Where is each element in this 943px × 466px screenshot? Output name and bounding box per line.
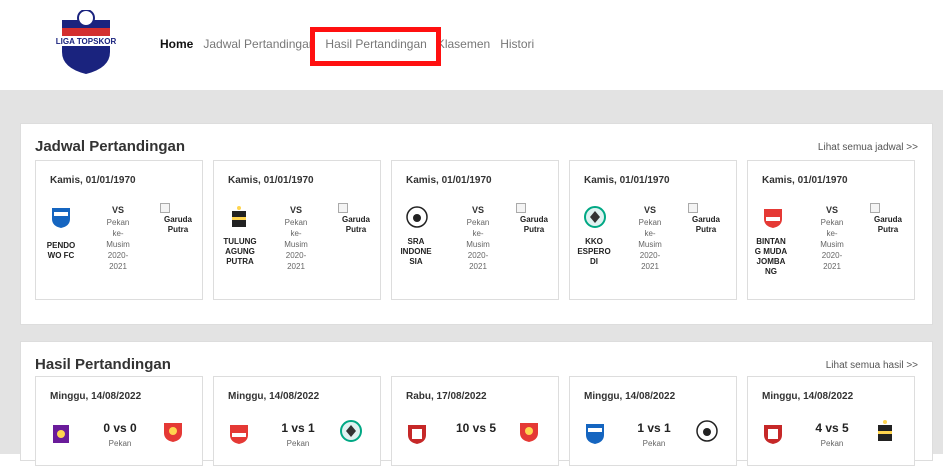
away-team-name: Garuda Putra [163,215,192,234]
nav-klasemen[interactable]: Klasemen [437,37,490,51]
pekan-label: Pekan [108,439,132,448]
home-team-name: KKO ESPERO DI [577,237,611,266]
vs-label: VS [825,205,838,215]
vs-label: VS [111,205,124,215]
match-date: Kamis, 01/01/1970 [406,175,492,186]
match-date: Kamis, 01/01/1970 [762,175,848,186]
pekan-label: Pekan [642,439,666,448]
nav-jadwal[interactable]: Jadwal Pertandingan [203,37,315,51]
match-date: Minggu, 14/08/2022 [762,391,854,402]
nav-histori[interactable]: Histori [500,37,534,51]
home-team-logo-icon [408,425,426,444]
vs-label: VS [289,205,302,215]
hasil-card[interactable]: Minggu, 14/08/2022 1 vs 1 Pekan [213,376,381,466]
match-score: 1 vs 1 [637,421,671,435]
match-info: Pekan ke- Musim 2020-2021 [638,218,662,271]
jadwal-see-all-link[interactable]: Lihat semua jadwal >> [818,142,918,153]
hasil-title: Hasil Pertandingan [35,356,171,373]
broken-image-icon [688,203,698,213]
jadwal-section: Jadwal Pertandingan Lihat semua jadwal >… [20,123,933,325]
persipen-logo-icon [52,208,70,228]
away-team-name: Garuda Putra [519,215,548,234]
match-date: Kamis, 01/01/1970 [584,175,670,186]
broken-image-icon [160,203,170,213]
away-team-logo-icon [878,420,892,441]
bintang-muda-logo-icon [764,209,782,228]
pekan-label: Pekan [820,439,844,448]
liga-topskor-logo[interactable]: LIGA TOPSKOR [56,9,116,76]
broken-image-icon [870,203,880,213]
match-info: Pekan ke- Musim 2020-2021 [820,218,844,271]
match-date: Kamis, 01/01/1970 [228,175,314,186]
hasil-section: Hasil Pertandingan Lihat semua hasil >> … [20,341,933,466]
header: LIGA TOPSKOR Home Jadwal Pertandingan Ha… [0,0,943,90]
home-team-logo-icon [230,425,248,444]
match-score: 0 vs 0 [103,421,137,435]
hasil-card[interactable]: Minggu, 14/08/2022 0 vs 0 Pekan [35,376,203,466]
match-date: Kamis, 01/01/1970 [50,175,136,186]
away-team-logo-icon [164,423,182,442]
away-team-name: Garuda Putra [691,215,720,234]
match-date: Minggu, 14/08/2022 [584,391,676,402]
home-team-name: PENDO WO FC [46,241,76,260]
match-info: Pekan ke- Musim 2020-2021 [284,218,308,271]
jadwal-card[interactable]: Kamis, 01/01/1970 SRA INDONE SIA VS Peka… [391,160,559,300]
match-date: Minggu, 14/08/2022 [50,391,142,402]
home-team-name: TULUNG AGUNG PUTRA [223,237,257,266]
jadwal-card[interactable]: Kamis, 01/01/1970 PENDO WO FC VS Pekan ke… [35,160,203,300]
kko-logo-icon [584,206,606,228]
match-info: Pekan ke- Musim 2020-2021 [106,218,130,271]
jadwal-card[interactable]: Kamis, 01/01/1970 BINTAN G MUDA JOMBA NG… [747,160,915,300]
broken-image-icon [516,203,526,213]
home-team-name: SRA INDONE SIA [400,237,432,266]
vs-label: VS [471,205,484,215]
tulungagung-logo-icon [232,206,246,227]
away-team-logo-icon [520,423,538,442]
hasil-card[interactable]: Minggu, 14/08/2022 1 vs 1 Pekan [569,376,737,466]
away-team-logo-icon [340,420,362,442]
away-team-name: Garuda Putra [873,215,902,234]
jadwal-card[interactable]: Kamis, 01/01/1970 KKO ESPERO DI VS Pekan… [569,160,737,300]
hasil-see-all-link[interactable]: Lihat semua hasil >> [826,360,918,371]
match-date: Rabu, 17/08/2022 [406,391,487,402]
jadwal-card[interactable]: Kamis, 01/01/1970 TULUNG AGUNG PUTRA VS … [213,160,381,300]
nav-home[interactable]: Home [160,37,193,51]
home-team-logo-icon [53,425,69,443]
away-team-name: Garuda Putra [341,215,370,234]
svg-text:LIGA TOPSKOR: LIGA TOPSKOR [56,37,116,46]
home-team-name: BINTAN G MUDA JOMBA NG [754,237,788,276]
match-date: Minggu, 14/08/2022 [228,391,320,402]
vs-label: VS [643,205,656,215]
match-score: 4 vs 5 [815,421,849,435]
highlight-box [310,27,441,66]
home-team-logo-icon [586,424,604,444]
sra-logo-icon [406,206,428,228]
away-team-logo-icon [696,420,718,442]
hasil-card[interactable]: Minggu, 14/08/2022 4 vs 5 Pekan [747,376,915,466]
match-score: 1 vs 1 [281,421,315,435]
hasil-card[interactable]: Rabu, 17/08/2022 10 vs 5 [391,376,559,466]
broken-image-icon [338,203,348,213]
home-team-logo-icon [764,425,782,444]
jadwal-title: Jadwal Pertandingan [35,138,186,155]
match-score: 10 vs 5 [455,421,497,435]
match-info: Pekan ke- Musim 2020-2021 [466,218,490,271]
pekan-label: Pekan [286,439,310,448]
